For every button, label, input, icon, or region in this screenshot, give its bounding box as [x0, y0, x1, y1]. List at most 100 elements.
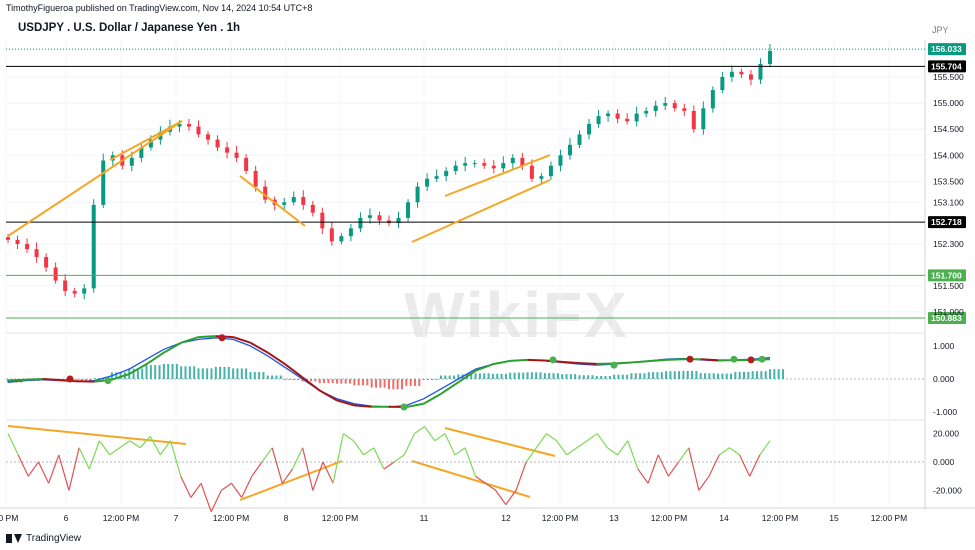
macd-histogram-bar	[500, 373, 503, 379]
macd-histogram-bar	[643, 373, 646, 379]
macd-histogram-bar	[621, 374, 624, 379]
oscillator-segment	[302, 447, 314, 491]
macd-histogram-bar	[513, 372, 516, 379]
time-tick-label: 6	[64, 513, 69, 523]
signal-line-segment	[492, 359, 511, 366]
candle-body	[44, 257, 49, 268]
signal-line-segment	[648, 358, 667, 363]
macd-histogram-bar	[167, 363, 170, 379]
price-tick-label: 153.100	[933, 197, 964, 207]
oscillator-segment	[312, 461, 324, 491]
candle-body	[482, 163, 487, 166]
candle-body	[196, 126, 201, 135]
macd-histogram-bar	[388, 379, 390, 390]
candle-body	[63, 280, 68, 291]
macd-histogram-bar	[439, 375, 442, 379]
price-tick-label: 155.500	[933, 72, 964, 82]
macd-histogram-bar	[452, 375, 455, 379]
macd-histogram-bar	[340, 379, 343, 384]
footer-brand[interactable]: TradingView	[6, 533, 81, 544]
macd-histogram-bar	[578, 375, 581, 379]
macd-histogram-bar	[738, 371, 741, 379]
oscillator-segment	[88, 440, 101, 470]
cross-dot	[758, 355, 766, 363]
time-tick-label: 12:00 PM	[871, 513, 907, 523]
candle-body	[425, 178, 430, 187]
macd-histogram-bar	[288, 379, 291, 380]
candle-body	[729, 71, 734, 77]
trading-chart[interactable]: 156.033155.704152.718151.700150.883 155.…	[0, 0, 975, 550]
candle-body	[663, 103, 668, 106]
candle-body	[186, 123, 191, 127]
time-tick-label: 8	[284, 513, 289, 523]
macd-line	[7, 337, 771, 408]
price-axis[interactable]: 155.500 155.000 154.500 154.000 153.500 153.1…	[933, 72, 964, 495]
macd-histogram-bar	[362, 379, 365, 386]
macd-histogram-bar	[487, 373, 490, 379]
macd-histogram-bar	[630, 373, 633, 379]
oscillator-segment	[200, 483, 212, 512]
candle-body	[244, 157, 249, 171]
candle-body	[558, 155, 563, 166]
macd-histogram-bar	[600, 375, 603, 379]
footer-brand-label: TradingView	[26, 533, 82, 544]
time-tick-label: 12:00 PM	[213, 513, 249, 523]
macd-histogram-bar	[626, 374, 629, 379]
oscillator-segment	[535, 433, 547, 449]
macd-histogram-bar	[678, 371, 681, 379]
macd-histogram-bar	[712, 373, 715, 379]
oscillator-segment	[129, 440, 141, 449]
macd-histogram-bar	[535, 372, 538, 379]
macd-histogram-bar	[422, 379, 425, 380]
candle-body	[567, 144, 572, 156]
macd-histogram-bar	[227, 366, 230, 379]
macd-histogram-bar	[764, 371, 767, 379]
osc-tick-label: 20.000	[933, 429, 959, 439]
candle-body	[206, 134, 211, 140]
oscillator-segment	[190, 482, 202, 498]
macd-histogram-bar	[266, 375, 269, 379]
macd-histogram-bar	[721, 373, 724, 379]
candle-body	[577, 134, 582, 145]
macd-histogram-bar	[695, 370, 698, 379]
candle-body	[644, 110, 649, 114]
macd-histogram-bar	[396, 379, 399, 390]
candle-body	[377, 215, 382, 221]
macd-histogram-bar	[400, 379, 403, 390]
time-axis[interactable]: 00 PM 6 12:00 PM 7 12:00 PM 8 12:00 PM 11 12 12:0…	[0, 513, 907, 523]
oscillator-segment	[271, 447, 283, 484]
macd-histogram-bar	[80, 379, 83, 381]
oscillator-segment	[78, 447, 90, 470]
price-tick-label: 151.500	[933, 281, 964, 291]
macd-histogram-bar	[478, 373, 481, 379]
macd-histogram-bar	[686, 370, 689, 379]
macd-histogram-bar	[236, 368, 239, 379]
macd-histogram-bar	[613, 374, 616, 379]
macd-histogram-bar	[639, 373, 642, 379]
oscillator-segment	[221, 482, 232, 491]
time-tick-label: 13	[609, 513, 619, 523]
candle-body	[463, 163, 468, 166]
signal-line-segment	[25, 378, 43, 381]
candle-body	[91, 204, 96, 289]
oscillator-segment	[637, 468, 649, 484]
oscillator-segment	[678, 447, 690, 463]
macd-histogram-bar	[777, 369, 780, 379]
oscillator-segment	[444, 433, 456, 456]
macd-histogram-bar	[634, 373, 637, 379]
macd-histogram-bar	[426, 379, 429, 380]
candle-body	[348, 228, 353, 237]
macd-histogram-bar	[232, 368, 235, 379]
candle-body	[367, 215, 372, 218]
oscillator-segment	[261, 447, 273, 463]
time-tick-label: 7	[174, 513, 179, 523]
macd-histogram-bar	[336, 379, 339, 384]
oscillator-segment	[749, 454, 761, 477]
macd-histogram-bar	[595, 375, 598, 379]
oscillator-segment	[667, 461, 680, 477]
macd-histogram-bar	[734, 371, 737, 379]
macd-histogram-bar	[608, 375, 611, 379]
candle-body	[539, 176, 544, 179]
macd-histogram-bar	[522, 372, 525, 379]
macd-histogram-bar	[158, 365, 161, 379]
